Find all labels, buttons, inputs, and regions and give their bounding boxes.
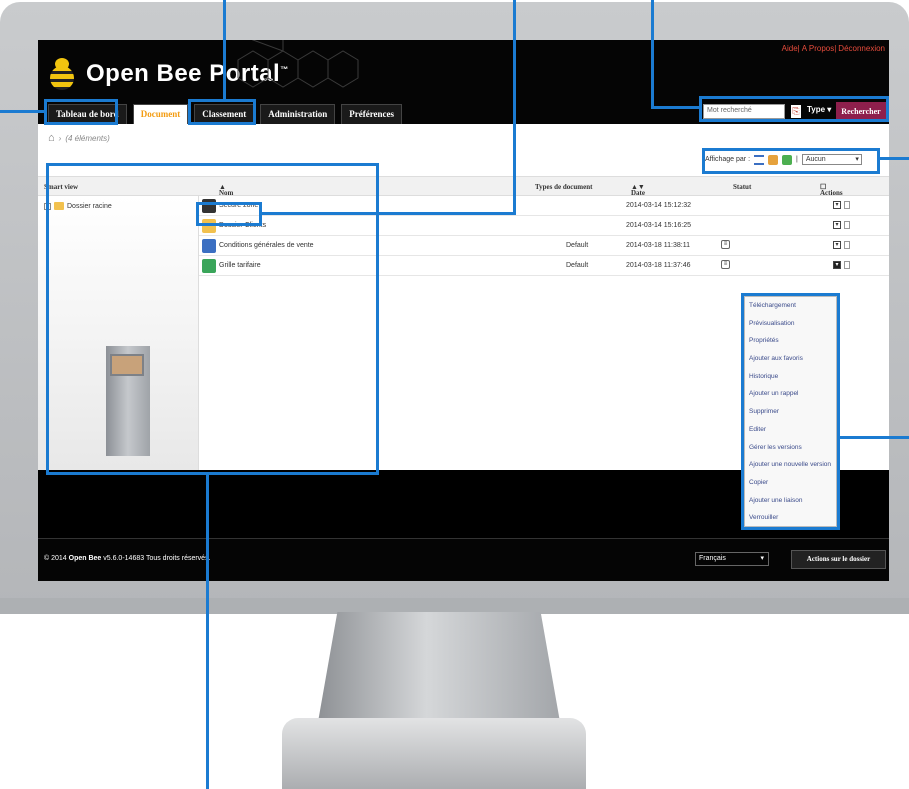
breadcrumb: ⌂ › (4 éléments) [48, 132, 110, 144]
row-actions-icon[interactable]: ▾ [833, 261, 841, 269]
logout-link[interactable]: Déconnexion [838, 44, 885, 53]
home-icon[interactable]: ⌂ [48, 132, 55, 144]
row-actions-icon[interactable]: ▾ [833, 201, 841, 209]
row-type: Default [566, 242, 589, 249]
row-checkbox[interactable] [844, 221, 850, 229]
callout-box-classement-tab [188, 99, 256, 125]
bee-logo-icon [46, 58, 78, 92]
tab-administration[interactable]: Administration [260, 104, 336, 125]
callout-box-dashboard-tab [44, 99, 118, 125]
comment-icon[interactable]: ≡ [721, 240, 730, 249]
copyright: © 2014 Open Bee v5.6.0-14683 Tous droits… [44, 555, 211, 562]
row-date: 2014-03-18 11:38:11 [626, 242, 690, 249]
callout-line [223, 0, 226, 99]
tab-preferences[interactable]: Préférences [341, 104, 403, 125]
monitor-stand-foot [282, 718, 586, 789]
callout-line [0, 110, 44, 113]
callout-box-file-list [46, 163, 379, 475]
col-statut[interactable]: Statut [733, 183, 751, 191]
breadcrumb-separator-icon: › [58, 133, 62, 143]
callout-box-view-controls [702, 148, 880, 174]
row-checkbox[interactable] [844, 261, 850, 269]
about-link[interactable]: A Propos [802, 44, 834, 53]
row-date: 2014-03-14 15:16:25 [626, 222, 691, 229]
monitor-stand-neck [318, 612, 560, 722]
app-footer: © 2014 Open Bee v5.6.0-14683 Tous droits… [38, 538, 889, 581]
row-checkbox[interactable] [844, 201, 850, 209]
row-date: 2014-03-14 15:12:32 [626, 202, 691, 209]
callout-line [651, 106, 699, 109]
callout-box-search [699, 96, 889, 122]
top-links: Aide| A Propos| Déconnexion [781, 44, 885, 53]
callout-line [880, 157, 909, 160]
stage: Open Bee Portal™ Aide| A Propos| Déconnexi… [0, 0, 909, 789]
monitor-chin [0, 598, 909, 614]
col-types[interactable]: Types de document [535, 183, 592, 191]
folder-actions-button[interactable]: Actions sur le dossier [791, 550, 886, 569]
row-date: 2014-03-18 11:37:46 [626, 262, 691, 269]
help-link[interactable]: Aide [782, 44, 798, 53]
callout-box-context-menu [741, 293, 840, 530]
row-checkbox[interactable] [844, 241, 850, 249]
row-actions-icon[interactable]: ▾ [833, 241, 841, 249]
callout-line [840, 436, 909, 439]
callout-line [206, 475, 209, 789]
comment-icon[interactable]: ≡ [721, 260, 730, 269]
row-actions-icon[interactable]: ▾ [833, 221, 841, 229]
col-date[interactable]: Date ▲▼ [631, 183, 645, 197]
item-count: (4 éléments) [65, 133, 110, 143]
language-select[interactable]: Français [695, 552, 769, 566]
col-actions[interactable]: Actions ☐ [820, 183, 843, 197]
row-type: Default [566, 262, 589, 269]
honeycomb-decoration [237, 40, 359, 88]
tab-document[interactable]: Document [132, 104, 189, 125]
callout-line [513, 0, 516, 215]
callout-line [651, 0, 654, 108]
